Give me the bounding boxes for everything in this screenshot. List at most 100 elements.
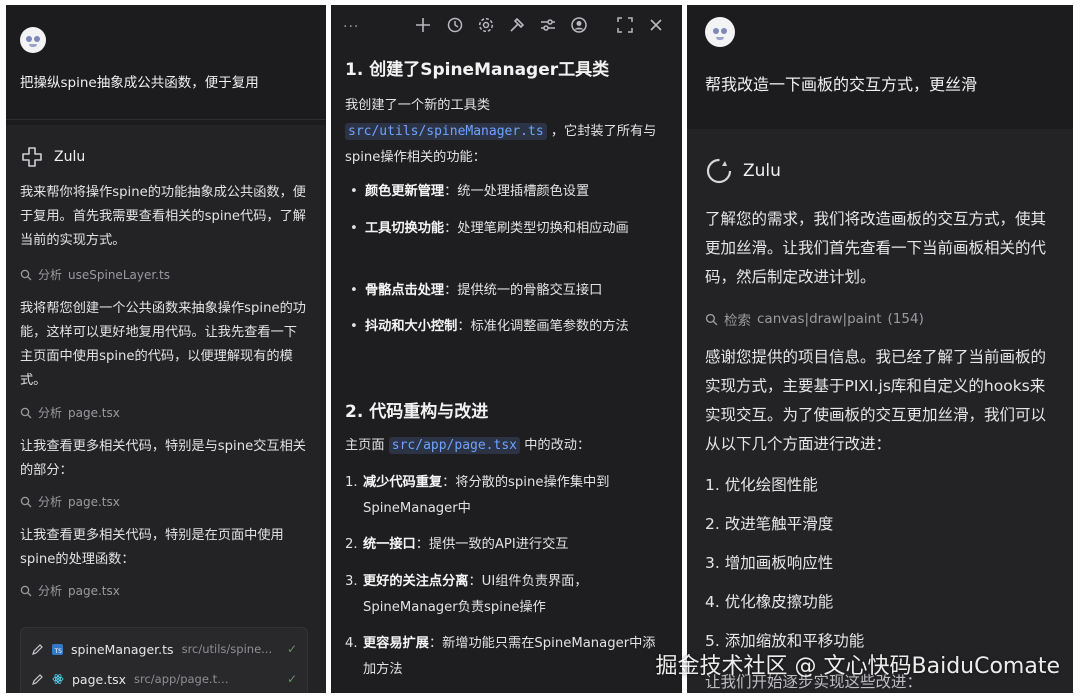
tool-call[interactable]: 分析 page.tsx	[20, 493, 120, 510]
tool-call[interactable]: 分析 useSpineLayer.ts	[20, 266, 170, 283]
file-path: src/utils/spine...	[181, 642, 273, 656]
edit-pencil-icon	[32, 643, 43, 655]
settings-gear-icon[interactable]	[477, 16, 495, 34]
tool-action: 检索	[724, 313, 751, 329]
assistant-paragraph: 我将帮您创建一个公共函数来抽象操作spine的功能，这样可以更好地复用代码。让我…	[20, 301, 306, 388]
tool-call[interactable]: 检索 canvas|draw|paint (154)	[705, 309, 924, 329]
tool-action: 分析	[38, 495, 63, 509]
bullet-item: • 骨骼点击处理：提供统一的骨骼交互接口	[350, 283, 603, 298]
search-icon	[20, 407, 32, 418]
panel-toolbar: ···	[331, 5, 682, 45]
item-title: 更容易扩展	[363, 636, 429, 651]
zulu-logo-icon	[22, 147, 42, 167]
tool-call[interactable]: 分析 page.tsx	[20, 404, 120, 421]
bullet-title: 抖动和大小控制	[365, 319, 458, 334]
user-avatar	[20, 27, 46, 53]
bullet-item: • 工具切换功能：处理笔刷类型切换和相应动画	[350, 221, 629, 236]
numbered-item: 4. 更容易扩展：新增功能只需在SpineManager中添加方法	[345, 631, 665, 683]
intro-text: 主页面	[345, 438, 385, 453]
tool-action: 分析	[38, 584, 63, 598]
tool-target: canvas|draw|paint	[757, 311, 882, 327]
list-item: 4. 优化橡皮擦功能	[705, 593, 834, 611]
expand-icon[interactable]	[616, 16, 634, 34]
chat-panel-right: 帮我改造一下画板的交互方式，更丝滑 Zulu 了解您的需求，我们将改造画板的交互…	[687, 5, 1073, 693]
file-row[interactable]: TS spineManager.ts src/utils/spine... ✓	[31, 636, 297, 662]
assistant-name: Zulu	[743, 161, 781, 181]
bullet-text: ：处理笔刷类型切换和相应动画	[444, 221, 629, 236]
bullet-item: • 颜色更新管理：统一处理插槽颜色设置	[350, 184, 590, 199]
more-menu-button[interactable]: ···	[343, 19, 359, 35]
tool-target: useSpineLayer.ts	[68, 267, 170, 282]
assistant-paragraph: 感谢您提供的项目信息。我已经了解了当前画板的实现方式，主要基于PIXI.js库和…	[705, 348, 1047, 453]
tool-target: page.tsx	[68, 405, 120, 420]
sliders-icon[interactable]	[539, 16, 557, 34]
bullet-text: ：统一处理插槽颜色设置	[444, 184, 590, 199]
tool-action: 分析	[38, 406, 63, 420]
search-icon	[20, 269, 32, 280]
check-icon: ✓	[286, 642, 297, 656]
list-item: 2. 改进笔触平滑度	[705, 515, 834, 533]
chat-panel-left: 把操纵spine抽象成公共函数，便于复用 Zulu 我来帮你将操作spine的功…	[6, 5, 326, 693]
tool-target: page.tsx	[68, 494, 120, 509]
intro-text: 中的改动：	[524, 438, 591, 453]
tool-action: 分析	[38, 268, 63, 282]
search-icon	[20, 585, 32, 596]
bullet-title: 工具切换功能	[365, 221, 445, 236]
section-heading: 1. 创建了SpineManager工具类	[345, 60, 610, 80]
item-number: 4.	[345, 636, 358, 651]
numbered-item: 3. 更好的关注点分离：UI组件负责界面，SpineManager负责spine操…	[345, 569, 665, 621]
check-icon: ✓	[286, 672, 297, 686]
section-intro: 我创建了一个新的工具类 src/utils/spineManager.ts ，它…	[345, 93, 670, 171]
user-avatar	[705, 17, 735, 47]
numbered-item: 2. 统一接口：提供一致的API进行交互	[345, 532, 665, 558]
bullet-item: • 抖动和大小控制：标准化调整画笔参数的方法	[350, 319, 629, 334]
divider	[6, 119, 326, 120]
new-chat-icon[interactable]	[414, 16, 432, 34]
history-icon[interactable]	[446, 16, 464, 34]
chat-panel-middle: ··· 1. 创建了SpineManager工具类 我创建了一个新的工具类 sr…	[331, 5, 682, 693]
search-icon	[705, 313, 718, 325]
tool-target: page.tsx	[68, 583, 120, 598]
list-item: 3. 增加画板响应性	[705, 554, 834, 572]
item-title: 统一接口	[363, 537, 416, 552]
item-title: 减少代码重复	[363, 475, 443, 490]
item-text: ：提供一致的API进行交互	[415, 537, 569, 552]
file-name: page.tsx	[72, 671, 127, 687]
tool-call[interactable]: 分析 page.tsx	[20, 582, 120, 599]
assistant-paragraph: 了解您的需求，我们将改造画板的交互方式，使其更加丝滑。让我们首先查看一下当前画板…	[705, 210, 1047, 286]
close-icon[interactable]	[647, 16, 665, 34]
bullet-title: 颜色更新管理	[365, 184, 445, 199]
code-path: src/utils/spineManager.ts	[345, 123, 547, 140]
numbered-item: 1. 减少代码重复：将分散的spine操作集中到SpineManager中	[345, 470, 665, 522]
assistant-header: Zulu	[20, 145, 85, 169]
user-message: 把操纵spine抽象成公共函数，便于复用	[20, 75, 259, 91]
bullet-text: ：标准化调整画笔参数的方法	[457, 319, 629, 334]
account-icon[interactable]	[570, 16, 588, 34]
search-icon	[20, 496, 32, 507]
typescript-icon: TS	[52, 643, 63, 655]
user-message: 帮我改造一下画板的交互方式，更丝滑	[705, 75, 978, 94]
zulu-logo-icon	[706, 158, 732, 184]
bullet-title: 骨骼点击处理	[365, 283, 445, 298]
assistant-header: Zulu	[705, 157, 781, 185]
item-number: 2.	[345, 537, 358, 552]
watermark-text: 掘金技术社区 @ 文心快码BaiduComate	[655, 654, 1060, 679]
tool-result-count: (154)	[887, 311, 924, 327]
item-title: 更好的关注点分离	[363, 574, 469, 589]
hammer-tool-icon[interactable]	[508, 16, 526, 34]
file-row[interactable]: page.tsx src/app/page.tsx ✓	[31, 666, 297, 692]
code-path: src/app/page.tsx	[388, 437, 520, 454]
bullet-text: ：提供统一的骨骼交互接口	[444, 283, 603, 298]
section-intro: 主页面 src/app/page.tsx 中的改动：	[345, 433, 670, 459]
react-icon	[52, 674, 64, 684]
assistant-message: Zulu 我来帮你将操作spine的功能抽象成公共函数，便于复用。首先我需要查看…	[6, 125, 326, 693]
section-heading: 2. 代码重构与改进	[345, 402, 489, 422]
assistant-paragraph: 让我查看更多相关代码，特别是在页面中使用spine的处理函数：	[20, 528, 284, 567]
list-item: 1. 优化绘图性能	[705, 476, 818, 494]
item-number: 3.	[345, 574, 358, 589]
file-name: spineManager.ts	[71, 641, 174, 657]
assistant-name: Zulu	[54, 149, 86, 165]
item-number: 1.	[345, 475, 358, 490]
assistant-message: Zulu 了解您的需求，我们将改造画板的交互方式，使其更加丝滑。让我们首先查看一…	[687, 129, 1073, 693]
assistant-paragraph: 我来帮你将操作spine的功能抽象成公共函数，便于复用。首先我需要查看相关的sp…	[20, 185, 306, 248]
